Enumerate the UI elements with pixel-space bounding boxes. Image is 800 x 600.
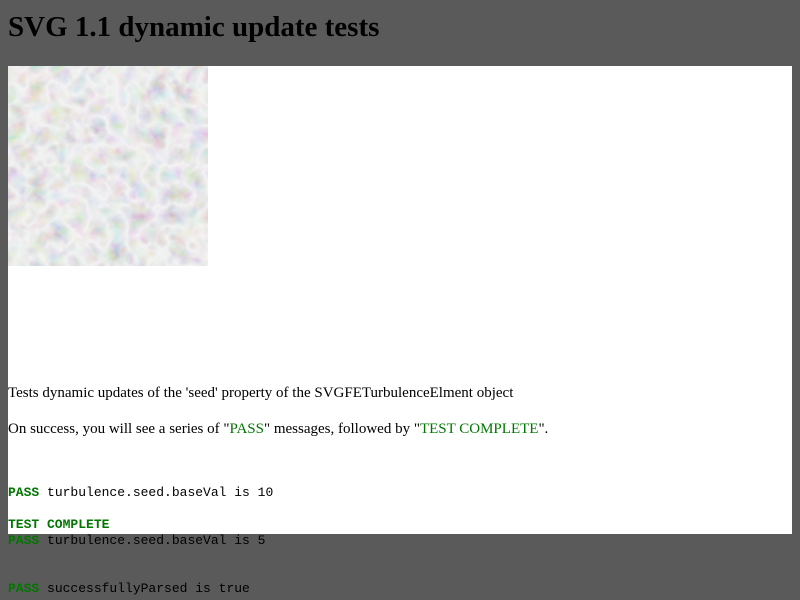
pass-label: PASS — [8, 485, 40, 500]
instructions-complete-word: TEST COMPLETE — [419, 421, 539, 437]
log-message: turbulence.seed.baseVal is 10 — [39, 485, 274, 500]
log-line: PASS turbulence.seed.baseVal is 10 — [8, 485, 273, 501]
log-line: PASS turbulence.seed.baseVal is 5 — [8, 533, 273, 549]
pass-label: PASS — [8, 581, 40, 596]
instructions-suffix: ". — [538, 421, 549, 437]
log-message: successfullyParsed is true — [39, 581, 250, 596]
instructions-middle: " messages, followed by " — [263, 421, 420, 437]
test-content-area: Tests dynamic updates of the 'seed' prop… — [8, 66, 792, 596]
test-instructions: On success, you will see a series of "PA… — [8, 420, 548, 438]
turbulence-graphic — [8, 66, 208, 266]
instructions-prefix: On success, you will see a series of " — [8, 421, 230, 437]
test-description: Tests dynamic updates of the 'seed' prop… — [8, 385, 514, 401]
test-complete-label: TEST COMPLETE — [8, 517, 110, 532]
pass-label: PASS — [8, 533, 40, 548]
instructions-pass-word: PASS — [229, 421, 264, 437]
page-title: SVG 1.1 dynamic update tests — [8, 11, 380, 43]
log-line: PASS successfullyParsed is true — [8, 581, 273, 597]
log-message: turbulence.seed.baseVal is 5 — [39, 533, 266, 548]
